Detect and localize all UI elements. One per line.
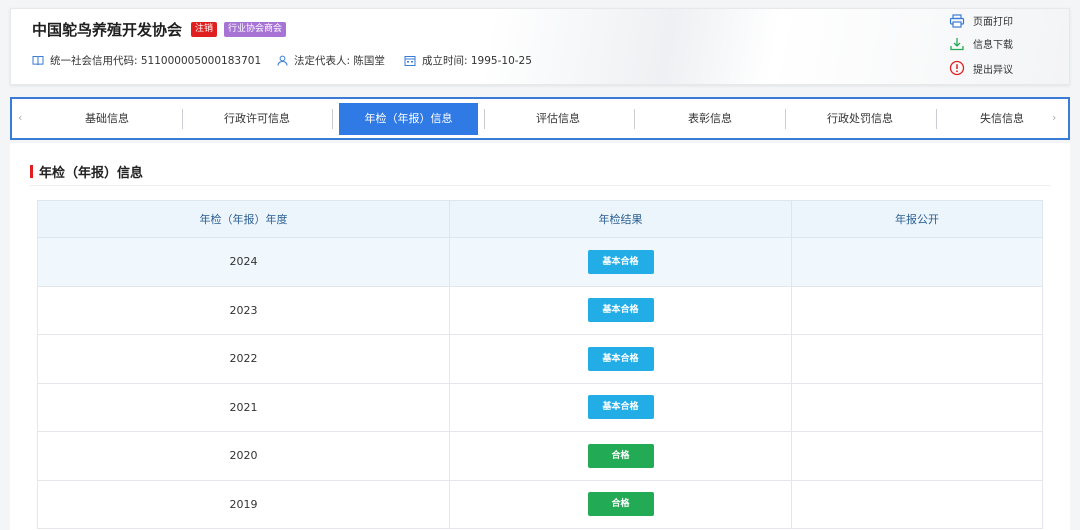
table-row: 2023 基本合格 [37,285,1043,335]
calendar-icon [404,55,416,69]
public-cell [791,237,1043,287]
tab-basic-info[interactable]: 基础信息 [47,103,167,135]
result-cell: 基本合格 [449,334,792,384]
credit-code-item: 统一社会信用代码: 511000005000183701 [32,53,261,69]
col-header-year: 年检（年报）年度 [37,200,450,238]
download-button[interactable]: 信息下载 [949,37,1013,55]
chevron-right-icon[interactable]: › [1052,111,1056,124]
tab-divider [484,109,485,129]
tab-divider [936,109,937,129]
year-cell: 2019 [37,479,450,529]
table-row: 2024 基本合格 [37,237,1043,287]
table-row: 2022 基本合格 [37,334,1043,384]
founded-item: 成立时间: 1995-10-25 [404,53,532,69]
legal-rep-item: 法定代表人: 陈国堂 [277,53,385,69]
year-cell: 2023 [37,285,450,335]
result-badge: 合格 [587,443,654,468]
credit-code: 统一社会信用代码: 511000005000183701 [50,55,262,67]
result-cell: 合格 [449,479,792,529]
org-name: 中国鸵鸟养殖开发协会 [32,21,183,39]
status-badge: 注销 [191,22,218,37]
tab-divider [332,109,333,129]
table-row: 2019 合格 [37,479,1043,529]
tab-dishonesty[interactable]: 失信信息 [952,103,1052,135]
result-cell: 基本合格 [449,237,792,287]
table-row: 2021 基本合格 [37,382,1043,432]
result-cell: 合格 [449,431,792,481]
tab-commendation[interactable]: 表彰信息 [650,103,770,135]
result-cell: 基本合格 [449,285,792,335]
year-cell: 2020 [37,431,450,481]
annual-report-table: 年检（年报）年度 年检结果 年报公开 2024 基本合格 2023 基本合格 2… [37,200,1043,529]
legal-rep: 法定代表人: 陈国堂 [294,55,385,67]
section-divider [30,185,1050,186]
table-header-row: 年检（年报）年度 年检结果 年报公开 [37,200,1043,238]
tab-annual-report[interactable]: 年检（年报）信息 [339,103,478,135]
tab-divider [634,109,635,129]
tab-divider [785,109,786,129]
col-header-result: 年检结果 [449,200,792,238]
result-badge: 基本合格 [587,395,654,420]
result-badge: 合格 [587,492,654,517]
tab-admin-license[interactable]: 行政许可信息 [197,103,317,135]
user-icon [277,55,288,69]
col-header-public: 年报公开 [791,200,1043,238]
section-marker [30,165,33,178]
download-icon [949,37,967,58]
result-cell: 基本合格 [449,382,792,432]
type-badge: 行业协会商会 [224,22,287,37]
public-cell [791,479,1043,529]
print-button[interactable]: 页面打印 [949,14,1013,32]
founded-date: 成立时间: 1995-10-25 [422,55,532,67]
year-cell: 2022 [37,334,450,384]
public-cell [791,431,1043,481]
printer-icon [949,14,967,35]
book-icon [32,55,44,69]
org-header: 中国鸵鸟养殖开发协会 注销 行业协会商会 统一社会信用代码: 511000005… [10,8,1070,85]
tab-evaluation[interactable]: 评估信息 [498,103,618,135]
alert-icon [949,60,967,83]
print-label: 页面打印 [973,17,1013,28]
section-title: 年检（年报）信息 [39,166,144,181]
public-cell [791,382,1043,432]
result-badge: 基本合格 [587,249,654,274]
year-cell: 2024 [37,237,450,287]
table-row: 2020 合格 [37,431,1043,481]
tab-admin-penalty[interactable]: 行政处罚信息 [800,103,920,135]
result-badge: 基本合格 [587,346,654,371]
main-content: 年检（年报）信息 年检（年报）年度 年检结果 年报公开 2024 基本合格 20… [10,143,1070,530]
objection-button[interactable]: 提出异议 [949,60,1013,78]
tab-bar: ‹ 基础信息 行政许可信息 年检（年报）信息 评估信息 表彰信息 行政处罚信息 … [10,97,1070,140]
objection-label: 提出异议 [973,65,1013,76]
result-badge: 基本合格 [587,298,654,323]
year-cell: 2021 [37,382,450,432]
public-cell [791,334,1043,384]
public-cell [791,285,1043,335]
download-label: 信息下载 [973,40,1013,51]
tab-divider [182,109,183,129]
chevron-left-icon[interactable]: ‹ [18,111,22,124]
